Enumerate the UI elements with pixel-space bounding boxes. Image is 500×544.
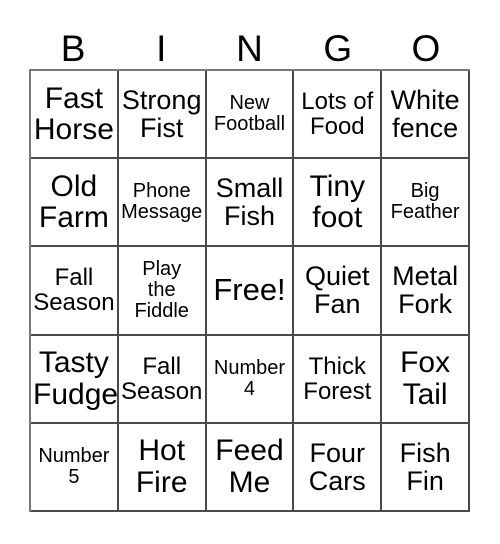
- bingo-cell-r5c1[interactable]: Number 5: [31, 423, 119, 512]
- bingo-cell-r2c3[interactable]: Small Fish: [206, 159, 295, 248]
- bingo-cell-r1c1[interactable]: Fast Horse: [31, 71, 119, 160]
- bingo-cell-r3c4[interactable]: Quiet Fan: [294, 247, 383, 336]
- bingo-card: B I N G O Fast Horse Strong Fist New Foo…: [0, 0, 500, 544]
- bingo-cell-r4c3[interactable]: Number 4: [206, 335, 295, 424]
- bingo-cell-label: Big Feather: [390, 180, 460, 224]
- bingo-cell-r3c1[interactable]: Fall Season: [31, 247, 119, 336]
- bingo-cell-label: White fence: [390, 84, 460, 144]
- bingo-cell-label: Fox Tail: [400, 346, 451, 411]
- header-letter-n: N: [236, 28, 263, 69]
- bingo-cell-label: Phone Message: [121, 180, 203, 224]
- bingo-cell-label: Four Cars: [308, 437, 366, 496]
- bingo-cell-r3c2[interactable]: Play the Fiddle: [118, 247, 207, 336]
- bingo-cell-label: Fish Fin: [399, 437, 451, 496]
- bingo-cell-label: Feed Me: [215, 434, 284, 499]
- bingo-cell-label: Hot Fire: [135, 434, 188, 499]
- bingo-cell-label: New Football: [213, 92, 286, 136]
- bingo-cell-r4c4[interactable]: Thick Forest: [294, 335, 383, 424]
- bingo-cell-free-space[interactable]: Free!: [206, 247, 295, 336]
- bingo-cell-label: Metal Fork: [392, 261, 459, 320]
- bingo-cell-r2c5[interactable]: Big Feather: [382, 159, 470, 248]
- bingo-cell-r2c4[interactable]: Tiny foot: [294, 159, 383, 248]
- bingo-cell-label: Tiny foot: [309, 169, 366, 235]
- bingo-cell-r5c4[interactable]: Four Cars: [294, 423, 383, 512]
- header-letter-o: O: [411, 28, 441, 69]
- bingo-cell-r1c5[interactable]: White fence: [382, 71, 470, 160]
- bingo-cell-label: Strong Fist: [121, 84, 202, 144]
- bingo-cell-r3c5[interactable]: Metal Fork: [382, 247, 470, 336]
- bingo-cell-r5c3[interactable]: Feed Me: [206, 423, 295, 512]
- bingo-cell-label: Fall Season: [33, 264, 115, 317]
- bingo-cell-r4c5[interactable]: Fox Tail: [382, 335, 470, 424]
- bingo-cell-label: Lots of Food: [301, 87, 374, 141]
- bingo-cell-label: Number 4: [213, 356, 286, 400]
- bingo-cell-r1c4[interactable]: Lots of Food: [294, 71, 383, 160]
- bingo-cell-r2c2[interactable]: Phone Message: [118, 159, 207, 248]
- bingo-cell-label: Thick Forest: [303, 352, 372, 405]
- bingo-cell-r1c2[interactable]: Strong Fist: [118, 71, 207, 160]
- bingo-cell-label: Fall Season: [120, 352, 203, 405]
- bingo-cell-r5c2[interactable]: Hot Fire: [118, 423, 207, 512]
- bingo-cell-label: Number 5: [38, 444, 110, 488]
- bingo-cell-label: Play the Fiddle: [134, 257, 189, 322]
- bingo-cell-r4c2[interactable]: Fall Season: [118, 335, 207, 424]
- bingo-header-row: B I N G O: [29, 14, 470, 69]
- bingo-cell-r5c5[interactable]: Fish Fin: [382, 423, 470, 512]
- header-letter-b: B: [60, 28, 86, 69]
- bingo-cell-r4c1[interactable]: Tasty Fudge: [31, 335, 119, 424]
- bingo-cell-label: Quiet Fan: [305, 261, 370, 320]
- bingo-cell-label: Tasty Fudge: [33, 346, 119, 411]
- bingo-cell-label: Small Fish: [215, 172, 284, 232]
- header-letter-g: G: [323, 28, 353, 69]
- free-space-label: Free!: [213, 272, 286, 308]
- bingo-cell-label: Old Farm: [38, 169, 109, 235]
- bingo-cell-r1c3[interactable]: New Football: [206, 71, 295, 160]
- header-letter-i: I: [156, 28, 167, 69]
- bingo-cell-label: Fast Horse: [33, 81, 114, 147]
- bingo-grid: Fast Horse Strong Fist New Football Lots…: [29, 69, 470, 512]
- bingo-cell-r2c1[interactable]: Old Farm: [31, 159, 119, 248]
